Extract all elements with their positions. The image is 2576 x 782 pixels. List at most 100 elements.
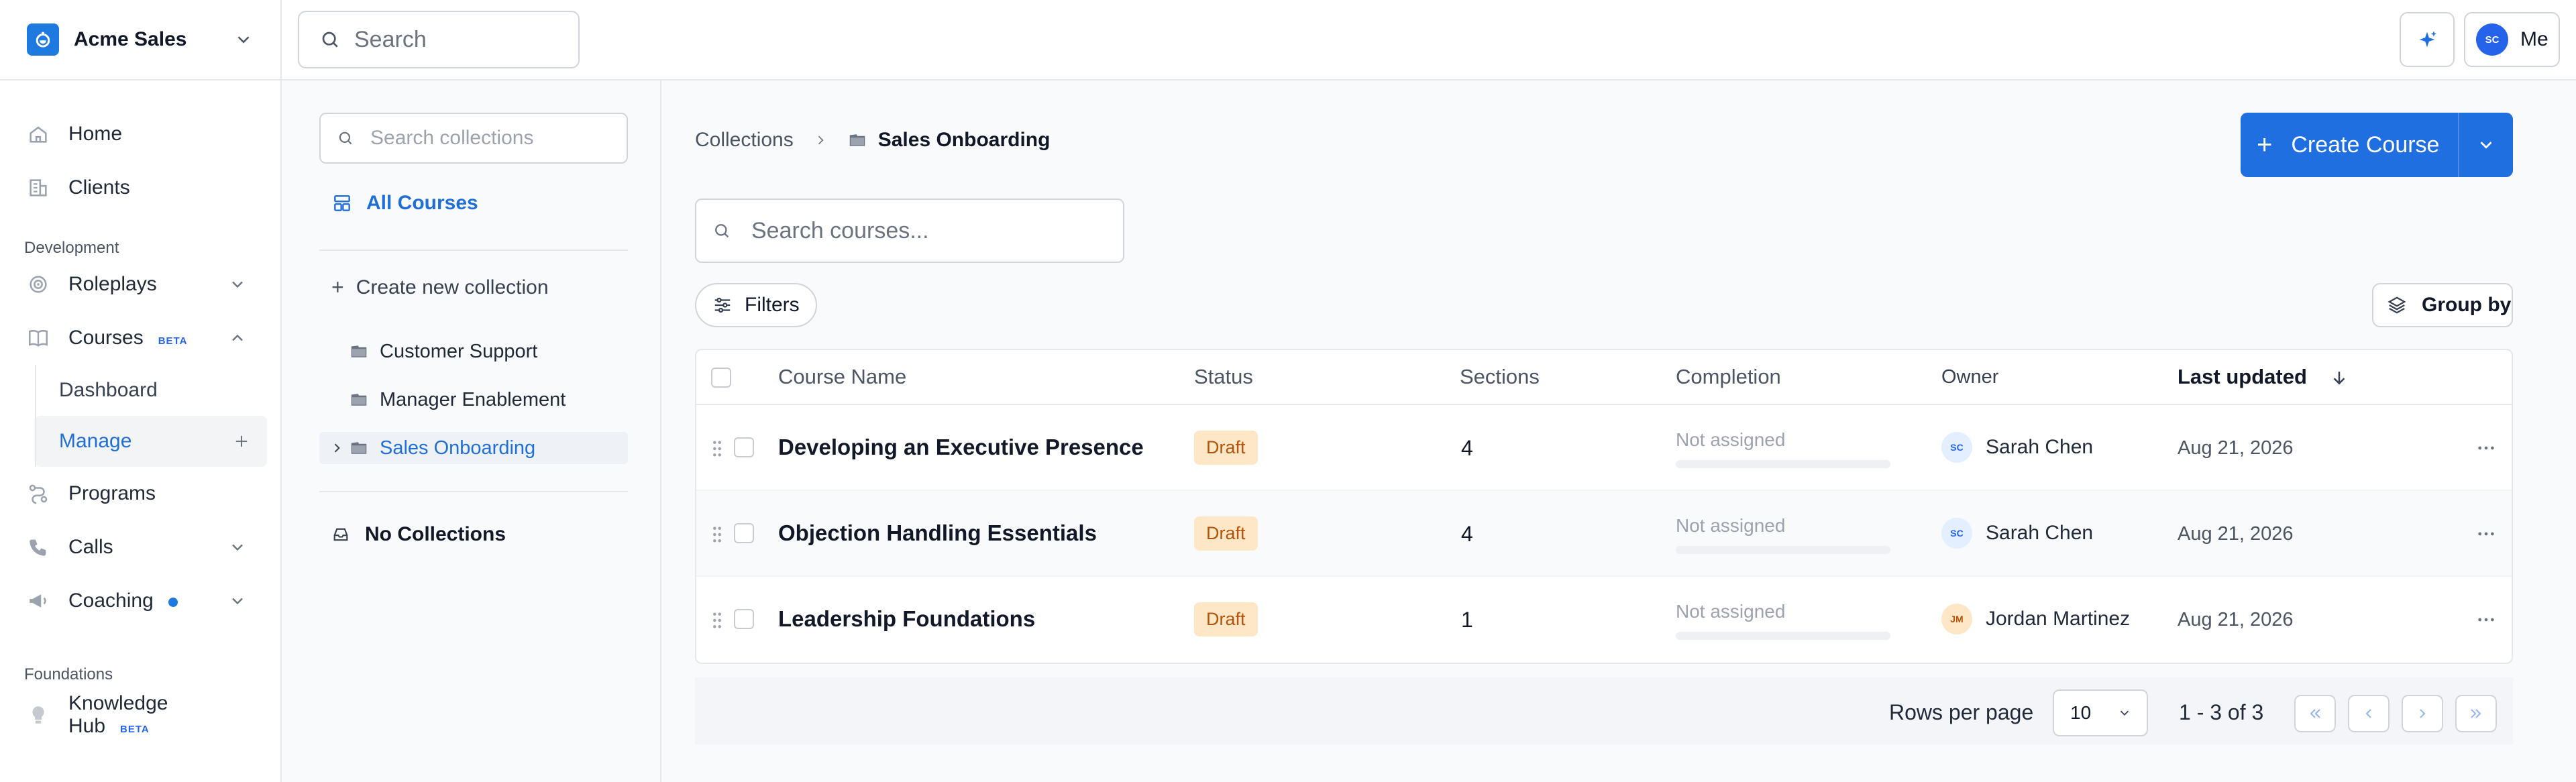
collection-label: Manager Enablement	[380, 388, 566, 410]
group-by-label: Group by	[2422, 294, 2512, 316]
sidebar-item-clients[interactable]: Clients	[0, 161, 280, 215]
row-checkbox[interactable]	[734, 437, 754, 457]
last-updated: Aug 21, 2026	[2178, 609, 2294, 630]
sparkle-icon	[2419, 31, 2437, 48]
avatar: JM	[1941, 604, 1972, 634]
avatar: SC	[2476, 23, 2508, 56]
last-page-button[interactable]	[2455, 695, 2497, 732]
status-badge: Draft	[1194, 431, 1258, 465]
create-collection-label: Create new collection	[356, 276, 549, 298]
all-courses-link[interactable]: All Courses	[331, 192, 478, 215]
table-row[interactable]: Developing an Executive Presence Draft 4…	[696, 405, 2512, 491]
sidebar-item-programs[interactable]: Programs	[0, 467, 280, 520]
owner-cell: SC Sarah Chen	[1941, 432, 2093, 463]
more-options-icon[interactable]	[2477, 444, 2496, 452]
sidebar-item-home[interactable]: Home	[0, 107, 280, 161]
more-options-icon[interactable]	[2477, 530, 2496, 538]
sidebar: Acme Sales Home Clients Development Role…	[0, 0, 282, 782]
column-header-course-name[interactable]: Course Name	[778, 365, 906, 389]
filters-button[interactable]: Filters	[695, 283, 817, 327]
collection-item[interactable]: Manager Enablement	[319, 384, 628, 416]
completion-cell: Not assigned	[1676, 601, 1890, 640]
user-menu-label: Me	[2520, 28, 2548, 50]
ai-assistant-button[interactable]	[2400, 12, 2455, 67]
column-header-completion[interactable]: Completion	[1676, 365, 1781, 389]
folder-icon	[351, 345, 367, 357]
plus-icon: +	[2257, 129, 2273, 160]
table-row[interactable]: Objection Handling Essentials Draft 4 No…	[696, 491, 2512, 577]
breadcrumb: Collections Sales Onboarding	[695, 129, 1050, 152]
rows-per-page-value: 10	[2070, 702, 2092, 723]
row-checkbox[interactable]	[734, 609, 754, 629]
arrow-down-icon[interactable]	[2329, 368, 2349, 388]
collection-item[interactable]: Customer Support	[319, 335, 628, 368]
collections-search-input[interactable]: Search collections	[319, 113, 628, 164]
collection-label: Sales Onboarding	[380, 437, 536, 459]
sidebar-subitem-dashboard[interactable]: Dashboard	[35, 365, 267, 416]
row-checkbox[interactable]	[734, 523, 754, 543]
breadcrumb-collections-link[interactable]: Collections	[695, 129, 794, 152]
grid-icon	[334, 195, 350, 211]
column-header-sections[interactable]: Sections	[1460, 365, 1540, 389]
rows-per-page-select[interactable]: 10	[2053, 689, 2148, 736]
plus-icon[interactable]	[232, 432, 251, 451]
sidebar-item-label: Courses	[68, 327, 144, 349]
chevron-right-icon[interactable]	[330, 441, 343, 455]
plus-icon: +	[331, 275, 344, 299]
group-by-button[interactable]: Group by	[2372, 283, 2513, 327]
top-bar: Search SC Me	[282, 0, 2576, 80]
sidebar-item-label-wrap: Knowledge Hub BETA	[68, 692, 254, 738]
sidebar-item-label: Coaching	[68, 590, 154, 612]
completion-cell: Not assigned	[1676, 515, 1890, 554]
course-name[interactable]: Leadership Foundations	[778, 606, 1035, 632]
drag-handle-icon[interactable]	[710, 612, 724, 629]
notification-dot	[168, 598, 178, 607]
column-header-owner[interactable]: Owner	[1941, 366, 1998, 388]
status-badge: Draft	[1194, 516, 1258, 551]
chevron-left-icon	[2365, 709, 2371, 718]
more-options-icon[interactable]	[2477, 616, 2496, 624]
sidebar-item-knowledge-hub[interactable]: Knowledge Hub BETA	[0, 688, 280, 742]
all-courses-label: All Courses	[366, 192, 478, 214]
column-header-status[interactable]: Status	[1194, 365, 1253, 389]
courses-table: Course Name Status Sections Completion O…	[695, 349, 2513, 664]
drag-handle-icon[interactable]	[710, 440, 724, 457]
create-course-split-button: + Create Course	[2241, 113, 2513, 177]
chevron-down-icon[interactable]	[228, 275, 247, 294]
previous-page-button[interactable]	[2348, 695, 2390, 732]
search-icon	[715, 224, 729, 238]
sidebar-subitem-manage[interactable]: Manage	[35, 416, 267, 467]
create-course-dropdown-button[interactable]	[2458, 113, 2513, 177]
sidebar-item-label-wrap: Coaching	[68, 590, 228, 612]
sidebar-item-courses[interactable]: Courses BETA	[0, 311, 280, 365]
chevrons-left-icon	[2310, 709, 2320, 718]
chevron-up-icon[interactable]	[228, 329, 247, 347]
table-row[interactable]: Leadership Foundations Draft 1 Not assig…	[696, 577, 2512, 663]
select-all-checkbox[interactable]	[711, 368, 731, 388]
beta-badge: BETA	[158, 335, 188, 347]
sidebar-item-label: Roleplays	[68, 273, 157, 295]
sidebar-item-roleplays[interactable]: Roleplays	[0, 258, 280, 311]
global-search-input[interactable]: Search	[298, 11, 580, 68]
drag-handle-icon[interactable]	[710, 526, 724, 543]
first-page-button[interactable]	[2294, 695, 2336, 732]
chevron-down-icon[interactable]	[228, 538, 247, 557]
chevron-down-icon[interactable]	[228, 592, 247, 610]
column-header-last-updated[interactable]: Last updated	[2178, 365, 2307, 389]
sidebar-item-coaching[interactable]: Coaching	[0, 574, 280, 628]
course-search-input[interactable]: Search courses...	[695, 199, 1124, 263]
course-name[interactable]: Objection Handling Essentials	[778, 520, 1097, 546]
course-name[interactable]: Developing an Executive Presence	[778, 435, 1144, 460]
collections-panel: Search collections All Courses + Create …	[282, 80, 661, 782]
next-page-button[interactable]	[2402, 695, 2443, 732]
collection-item-active[interactable]: Sales Onboarding	[319, 432, 628, 464]
last-updated: Aug 21, 2026	[2178, 523, 2294, 545]
org-switcher[interactable]: Acme Sales	[0, 0, 280, 80]
create-course-button[interactable]: + Create Course	[2241, 113, 2458, 177]
sidebar-item-calls[interactable]: Calls	[0, 520, 280, 574]
sidebar-nav: Home Clients Development Roleplays Cours…	[0, 80, 280, 742]
create-collection-button[interactable]: + Create new collection	[331, 275, 549, 300]
pagination: Rows per page 10 1 - 3 of 3	[695, 677, 2513, 744]
no-collections-link[interactable]: No Collections	[331, 523, 506, 546]
user-menu-button[interactable]: SC Me	[2464, 12, 2560, 67]
